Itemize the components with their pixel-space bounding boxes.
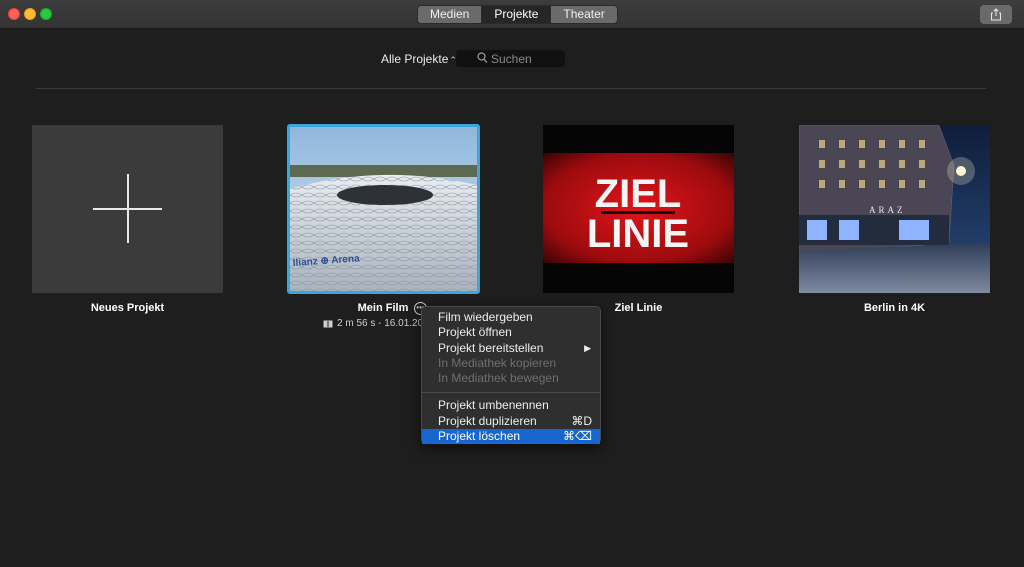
project-thumbnail-berlin-in-4k[interactable]: ARAZ [799,125,990,293]
submenu-arrow-icon: ▶ [584,342,591,353]
tab-theater[interactable]: Theater [550,6,617,23]
menu-item-projekt-duplizieren[interactable]: Projekt duplizieren ⌘D [422,414,600,429]
menu-item-in-mediathek-kopieren: In Mediathek kopieren [438,355,557,370]
share-button[interactable] [980,5,1012,24]
fullscreen-window-button[interactable] [40,8,52,20]
project-thumbnail-ziel-linie[interactable]: ZIEL LINIE [543,125,734,293]
menu-separator [422,392,600,394]
menu-item-in-mediathek-bewegen: In Mediathek bewegen [438,371,559,386]
project-thumbnail-mein-film[interactable]: llianz ⊕ Arena [287,124,480,294]
film-icon [323,320,333,327]
tab-projekte[interactable]: Projekte [481,6,551,23]
project-context-menu: Film wiedergeben Projekt öffnen Projekt … [421,306,601,445]
minimize-window-button[interactable] [24,8,36,20]
view-switcher: Medien Projekte Theater [417,5,618,24]
project-title: Neues Projekt [90,302,165,314]
menu-item-film-wiedergeben[interactable]: Film wiedergeben [422,310,600,325]
new-project-tile[interactable] [32,125,223,293]
berlin-night-image: ARAZ [799,125,990,293]
stadium-image: llianz ⊕ Arena [290,127,477,291]
divider [36,88,986,89]
search-icon [477,52,488,63]
shortcut-label: ⌘⌫ [563,429,592,444]
menu-item-projekt-umbenennen[interactable]: Projekt umbenennen [422,398,600,413]
search-field[interactable] [456,50,565,67]
tab-medien[interactable]: Medien [418,6,482,23]
project-filter-label: Alle Projekte [381,52,449,66]
ziel-text: ZIEL [595,172,682,216]
project-filter-dropdown[interactable]: Alle Projekte⌃⌄ [381,52,464,66]
project-meta: 2 m 56 s - 16.01.20 [323,318,423,329]
close-window-button[interactable] [8,8,20,20]
building-sign-text: ARAZ [869,205,906,215]
menu-item-projekt-bereitstellen[interactable]: Projekt bereitstellen ▶ [422,341,600,356]
shortcut-label: ⌘D [571,413,592,428]
share-icon [990,8,1002,21]
linie-text: LINIE [587,212,689,256]
menu-item-projekt-oeffnen[interactable]: Projekt öffnen [422,325,600,340]
project-title: Berlin in 4K [863,302,926,314]
title-bar: Medien Projekte Theater [0,0,1024,29]
menu-item-projekt-loeschen[interactable]: Projekt löschen ⌘⌫ [422,429,600,445]
ziel-linie-image: ZIEL LINIE [543,153,734,263]
search-input[interactable] [491,51,561,66]
